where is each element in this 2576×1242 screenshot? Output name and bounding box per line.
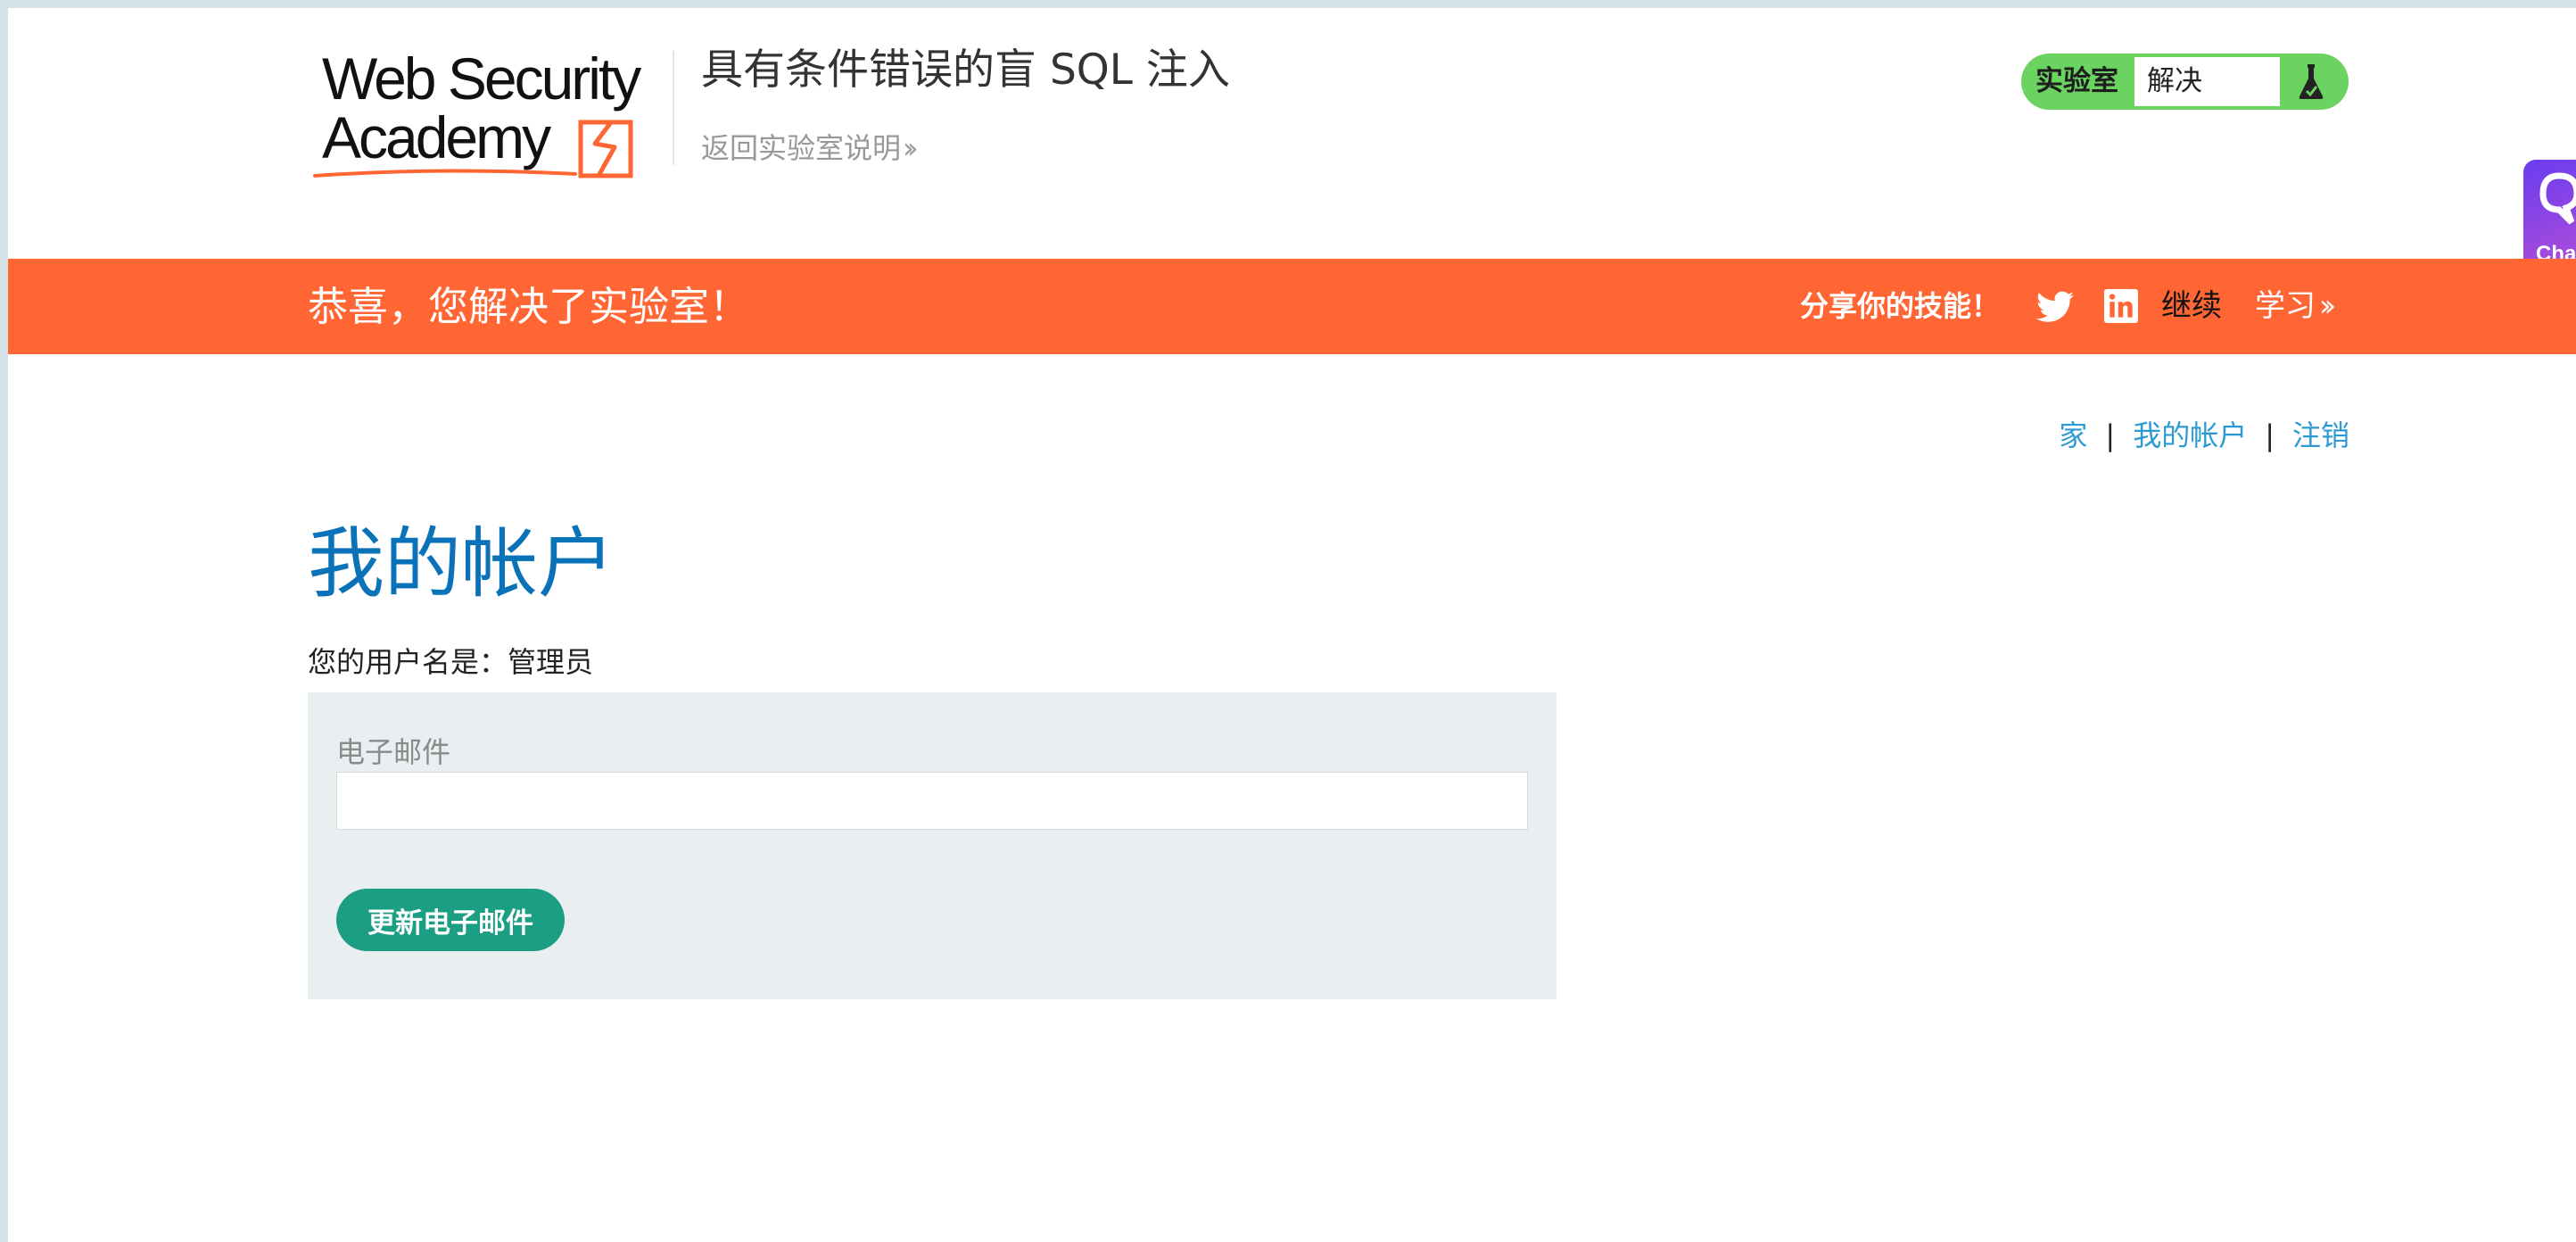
web-security-academy-logo[interactable]: Web Security Academy [308, 44, 673, 186]
back-to-lab-description-link[interactable]: 返回实验室说明›› [701, 126, 918, 167]
nav-logout-link[interactable]: 注销 [2292, 418, 2349, 452]
nav-separator: | [2105, 418, 2116, 452]
back-link-label: 返回实验室说明 [701, 131, 902, 165]
lab-status-label: 实验室 [2035, 65, 2118, 97]
account-nav: 家 | 我的帐户 | 注销 [2059, 413, 2349, 454]
double-chevron-right-icon: ›› [903, 131, 918, 165]
update-email-button[interactable]: 更新电子邮件 [336, 889, 565, 951]
browser-viewport: Web Security Academy 具有条件错误的盲 SQL 注入 返回实… [8, 8, 2576, 1242]
nav-separator: | [2265, 418, 2275, 452]
flask-icon[interactable] [2289, 59, 2333, 104]
lab-solved-banner: 恭喜，您解决了实验室！ 分享你的技能！ 继续 学习 ›› [8, 259, 2576, 354]
learn-link-label: 学习 [2255, 288, 2316, 324]
update-email-form: 电子邮件 更新电子邮件 [308, 692, 1556, 999]
header-divider [673, 51, 674, 165]
share-skills-label: 分享你的技能！ [1800, 289, 2001, 323]
congratulations-message: 恭喜，您解决了实验室！ [308, 283, 750, 330]
learn-link[interactable]: 学习 ›› [2255, 259, 2336, 354]
page-title: 我的帐户 [308, 519, 615, 609]
continue-link[interactable]: 继续 [2161, 259, 2222, 354]
lab-status-value: 解决 [2134, 57, 2280, 106]
nav-my-account-link[interactable]: 我的帐户 [2133, 418, 2247, 452]
logo-lightning-mark [313, 120, 633, 178]
chat-icon [2539, 172, 2576, 225]
linkedin-icon[interactable] [2104, 289, 2138, 323]
email-label: 电子邮件 [336, 735, 451, 769]
twitter-icon[interactable] [2036, 290, 2074, 324]
double-chevron-right-icon: ›› [2319, 288, 2336, 324]
lab-title: 具有条件错误的盲 SQL 注入 [701, 46, 1230, 95]
username-line: 您的用户名是：管理员 [308, 645, 594, 679]
nav-home-link[interactable]: 家 [2059, 418, 2087, 452]
email-input[interactable] [336, 772, 1528, 830]
lab-status-widget: 实验室 解决 [2021, 54, 2349, 110]
